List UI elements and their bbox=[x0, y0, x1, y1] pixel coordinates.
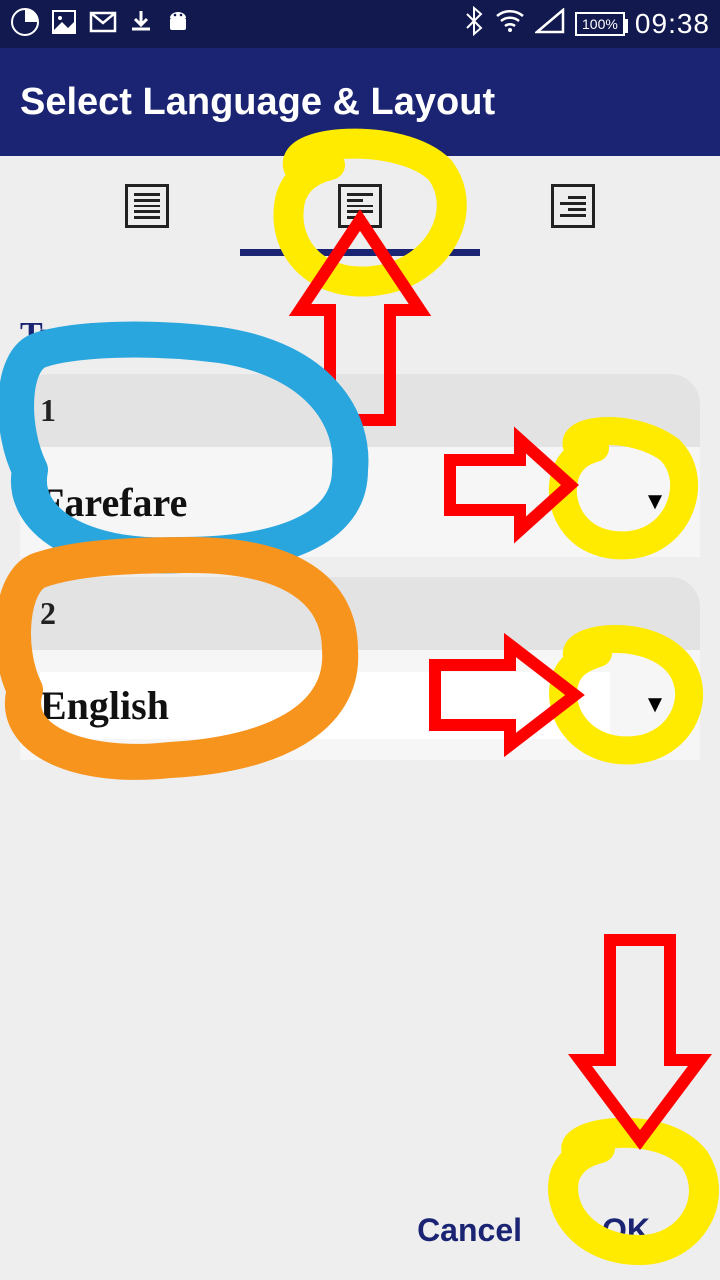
pane-1-language-row[interactable]: Farefare ▼ bbox=[20, 447, 700, 557]
battery-icon: 100% bbox=[575, 12, 625, 36]
pane-2-language-row[interactable]: English ▼ bbox=[20, 650, 700, 760]
footer-buttons: Cancel OK bbox=[0, 1180, 720, 1280]
pane-2-language-label: English bbox=[40, 672, 610, 739]
pane-1-language-label: Farefare bbox=[40, 479, 610, 526]
android-icon bbox=[164, 8, 192, 41]
pane-2-number: 2 bbox=[20, 577, 700, 650]
layout-tab-single[interactable] bbox=[125, 184, 169, 228]
status-bar: 100% 09:38 bbox=[0, 0, 720, 48]
clock: 09:38 bbox=[635, 8, 710, 40]
pane-1-number: 1 bbox=[20, 374, 700, 447]
cancel-button[interactable]: Cancel bbox=[417, 1212, 522, 1249]
layout-tab-two-pane[interactable] bbox=[338, 184, 382, 228]
download-icon bbox=[128, 9, 154, 40]
app-bar: Select Language & Layout bbox=[0, 48, 720, 156]
dropdown-arrow-1[interactable]: ▼ bbox=[610, 489, 700, 516]
dropdown-arrow-2[interactable]: ▼ bbox=[610, 692, 700, 719]
page-title: Select Language & Layout bbox=[20, 81, 495, 124]
section-title: Two Pane bbox=[20, 316, 700, 354]
image-icon bbox=[50, 8, 78, 41]
pane-1-block: 1 Farefare ▼ bbox=[20, 374, 700, 557]
app-icon bbox=[10, 7, 40, 42]
signal-icon bbox=[535, 8, 565, 41]
mail-icon bbox=[88, 7, 118, 42]
tab-underline bbox=[240, 249, 480, 256]
bluetooth-icon bbox=[463, 6, 485, 43]
layout-tab-other[interactable] bbox=[551, 184, 595, 228]
pane-2-block: 2 English ▼ bbox=[20, 577, 700, 760]
content-area: Two Pane 1 Farefare ▼ 2 English ▼ bbox=[0, 256, 720, 760]
wifi-icon bbox=[495, 8, 525, 41]
layout-tabs bbox=[0, 156, 720, 256]
ok-button[interactable]: OK bbox=[602, 1212, 650, 1249]
